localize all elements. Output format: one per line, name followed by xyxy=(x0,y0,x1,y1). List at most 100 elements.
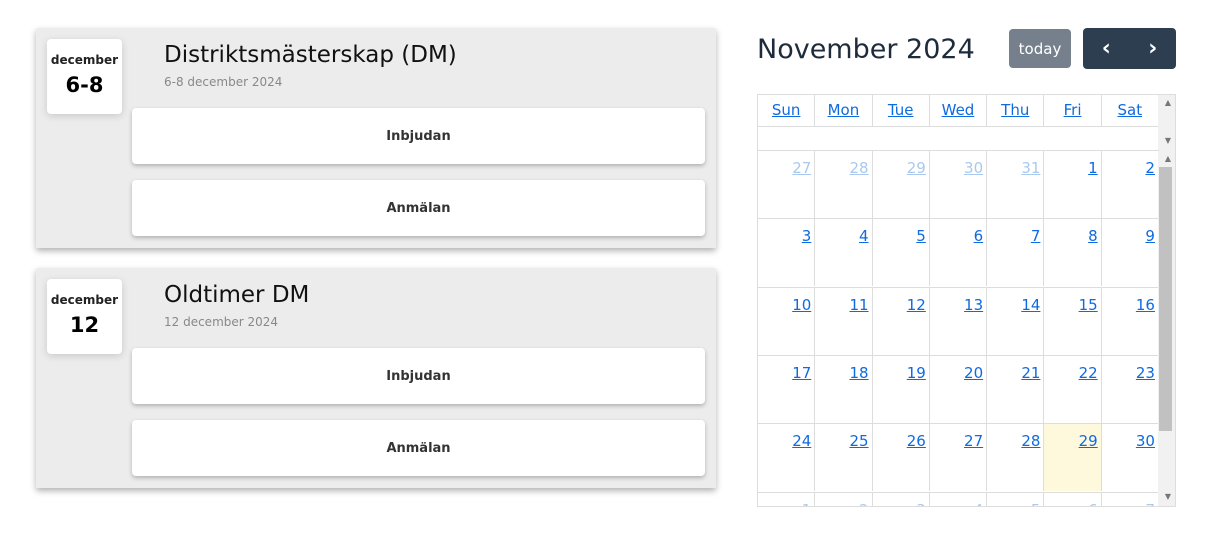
day-cell[interactable]: 8 xyxy=(1044,219,1102,287)
day-cell[interactable]: 6 xyxy=(930,219,988,287)
day-number[interactable]: 9 xyxy=(1145,227,1155,245)
day-cell[interactable]: 31 xyxy=(987,151,1045,218)
day-number[interactable]: 5 xyxy=(916,227,926,245)
day-number[interactable]: 29 xyxy=(907,159,926,177)
invitation-button[interactable]: Inbjudan xyxy=(132,108,705,164)
day-cell[interactable]: 10 xyxy=(758,287,816,355)
day-number[interactable]: 5 xyxy=(1031,501,1041,507)
day-cell[interactable]: 21 xyxy=(987,355,1045,423)
weekday-sat[interactable]: Sat xyxy=(1102,95,1159,126)
prev-month-button[interactable]: ‹ xyxy=(1083,28,1130,69)
day-cell[interactable]: 26 xyxy=(873,424,930,492)
day-cell[interactable]: 23 xyxy=(1102,355,1159,423)
day-number[interactable]: 7 xyxy=(1031,227,1041,245)
day-number[interactable]: 31 xyxy=(1021,159,1040,177)
day-number[interactable]: 6 xyxy=(974,227,984,245)
day-cell[interactable]: 5 xyxy=(987,492,1045,507)
day-number[interactable]: 2 xyxy=(1145,159,1155,177)
day-cell[interactable]: 20 xyxy=(930,355,988,423)
day-cell[interactable]: 7 xyxy=(1102,492,1159,507)
day-number[interactable]: 2 xyxy=(859,501,869,507)
day-cell[interactable]: 9 xyxy=(1102,219,1159,287)
day-number[interactable]: 27 xyxy=(964,432,983,450)
day-number[interactable]: 30 xyxy=(1136,432,1155,450)
day-number[interactable]: 28 xyxy=(1021,432,1040,450)
day-cell[interactable]: 22 xyxy=(1044,355,1102,423)
day-number[interactable]: 8 xyxy=(1088,227,1098,245)
day-cell[interactable]: 13 xyxy=(930,287,988,355)
day-cell[interactable]: 30 xyxy=(930,151,988,218)
day-cell[interactable]: 2 xyxy=(1102,151,1159,218)
day-cell[interactable]: 1 xyxy=(1044,151,1102,218)
day-number[interactable]: 1 xyxy=(1088,159,1098,177)
day-cell[interactable]: 27 xyxy=(758,151,816,218)
registration-button[interactable]: Anmälan xyxy=(132,420,705,476)
day-cell[interactable]: 14 xyxy=(987,287,1045,355)
day-cell[interactable]: 12 xyxy=(873,287,930,355)
day-number[interactable]: 30 xyxy=(964,159,983,177)
day-cell[interactable]: 16 xyxy=(1102,287,1159,355)
day-number[interactable]: 12 xyxy=(907,296,926,314)
invitation-button[interactable]: Inbjudan xyxy=(132,348,705,404)
day-number[interactable]: 19 xyxy=(907,364,926,382)
day-number[interactable]: 1 xyxy=(802,501,812,507)
day-cell[interactable]: 3 xyxy=(873,492,930,507)
weekday-thu[interactable]: Thu xyxy=(987,95,1045,126)
day-number[interactable]: 4 xyxy=(859,227,869,245)
weekday-sun[interactable]: Sun xyxy=(758,95,816,126)
day-number[interactable]: 27 xyxy=(792,159,811,177)
day-number[interactable]: 28 xyxy=(849,159,868,177)
day-cell[interactable]: 5 xyxy=(873,219,930,287)
day-cell[interactable]: 4 xyxy=(930,492,988,507)
day-cell[interactable]: 11 xyxy=(815,287,873,355)
day-number[interactable]: 22 xyxy=(1079,364,1098,382)
day-cell[interactable]: 27 xyxy=(930,424,988,492)
scroll-up-icon[interactable]: ▲ xyxy=(1165,154,1171,163)
day-number[interactable]: 15 xyxy=(1079,296,1098,314)
weekday-fri[interactable]: Fri xyxy=(1044,95,1102,126)
day-cell[interactable]: 29 xyxy=(873,151,930,218)
day-number[interactable]: 7 xyxy=(1145,501,1155,507)
day-cell[interactable]: 24 xyxy=(758,424,816,492)
body-scrollbar[interactable]: ▲ ▼ xyxy=(1158,151,1175,506)
day-cell[interactable]: 1 xyxy=(758,492,816,507)
day-number[interactable]: 3 xyxy=(802,227,812,245)
day-number[interactable]: 21 xyxy=(1021,364,1040,382)
scroll-down-icon[interactable]: ▼ xyxy=(1165,492,1171,501)
weekday-mon[interactable]: Mon xyxy=(815,95,873,126)
day-cell[interactable]: 28 xyxy=(987,424,1045,492)
day-cell[interactable]: 28 xyxy=(815,151,873,218)
day-number[interactable]: 6 xyxy=(1088,501,1098,507)
weekday-tue[interactable]: Tue xyxy=(873,95,930,126)
day-number[interactable]: 25 xyxy=(849,432,868,450)
day-number[interactable]: 20 xyxy=(964,364,983,382)
day-cell[interactable]: 3 xyxy=(758,219,816,287)
day-cell[interactable]: 18 xyxy=(815,355,873,423)
day-number[interactable]: 23 xyxy=(1136,364,1155,382)
day-number[interactable]: 16 xyxy=(1136,296,1155,314)
day-cell[interactable]: 30 xyxy=(1102,424,1159,492)
day-cell[interactable]: 2 xyxy=(815,492,873,507)
day-number[interactable]: 14 xyxy=(1021,296,1040,314)
day-number[interactable]: 10 xyxy=(792,296,811,314)
day-number[interactable]: 13 xyxy=(964,296,983,314)
day-cell[interactable]: 15 xyxy=(1044,287,1102,355)
today-button[interactable]: today xyxy=(1009,29,1071,68)
header-scrollbar[interactable]: ▲ ▼ xyxy=(1158,95,1175,151)
day-cell[interactable]: 6 xyxy=(1044,492,1102,507)
next-month-button[interactable]: › xyxy=(1130,28,1177,69)
day-cell[interactable]: 25 xyxy=(815,424,873,492)
day-cell[interactable]: 4 xyxy=(815,219,873,287)
day-number[interactable]: 4 xyxy=(974,501,984,507)
day-number[interactable]: 24 xyxy=(792,432,811,450)
day-number[interactable]: 26 xyxy=(907,432,926,450)
day-cell[interactable]: 7 xyxy=(987,219,1045,287)
day-cell[interactable]: 19 xyxy=(873,355,930,423)
day-number[interactable]: 3 xyxy=(916,501,926,507)
scrollbar-thumb[interactable] xyxy=(1159,167,1172,431)
registration-button[interactable]: Anmälan xyxy=(132,180,705,236)
weekday-wed[interactable]: Wed xyxy=(930,95,988,126)
day-number[interactable]: 11 xyxy=(849,296,868,314)
scroll-down-icon[interactable]: ▼ xyxy=(1165,136,1171,145)
day-number[interactable]: 18 xyxy=(849,364,868,382)
